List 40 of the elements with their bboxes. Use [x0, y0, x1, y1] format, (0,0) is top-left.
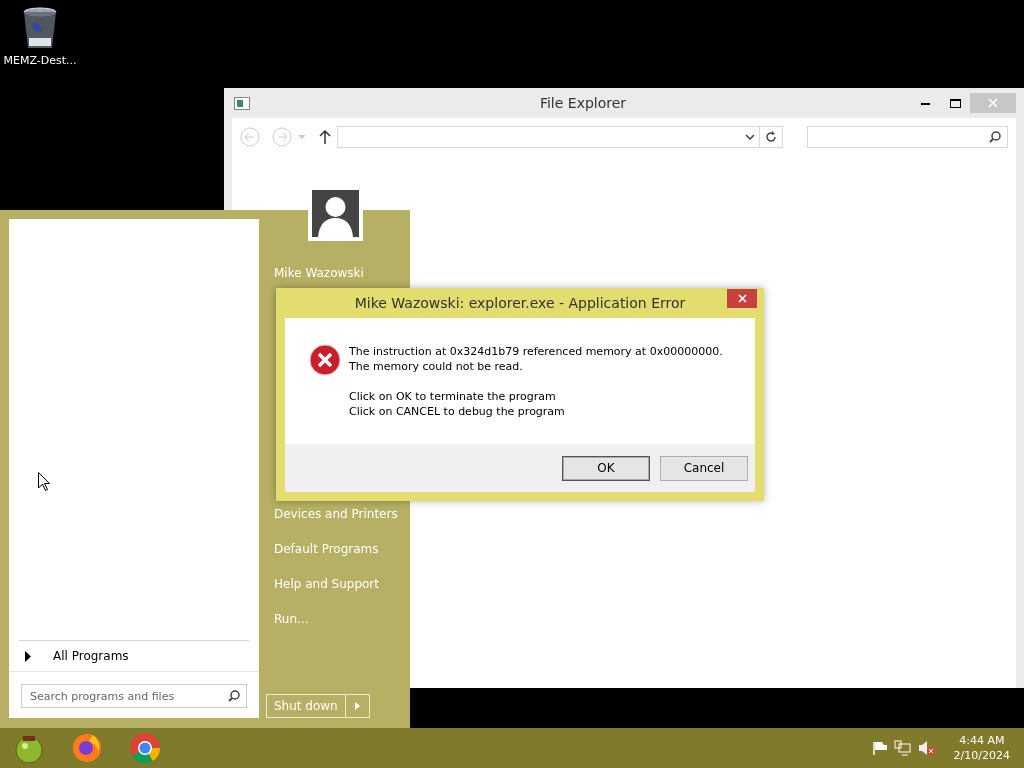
- user-name[interactable]: Mike Wazowski: [274, 256, 410, 291]
- flag-icon[interactable]: [871, 741, 888, 755]
- close-icon: [988, 98, 998, 108]
- chevron-down-icon[interactable]: [744, 134, 755, 140]
- dialog-button[interactable]: OK: [562, 455, 650, 481]
- firefox-icon[interactable]: [71, 732, 103, 764]
- search-icon: [989, 131, 1001, 143]
- dialog-button[interactable]: Cancel: [660, 455, 748, 481]
- desktop-icon-label[interactable]: MEMZ-Dest...: [3, 54, 77, 67]
- all-programs-item[interactable]: All Programs: [19, 640, 249, 671]
- network-icon[interactable]: [893, 740, 912, 756]
- search-field[interactable]: Search programs and files: [21, 684, 247, 708]
- taskbar-clock[interactable]: 4:44 AM 2/10/2024: [953, 733, 1010, 763]
- triangle-right-icon: [354, 702, 360, 710]
- refresh-icon: [764, 131, 777, 143]
- search-field[interactable]: [806, 126, 1008, 148]
- shutdown-button[interactable]: Shut down: [266, 694, 346, 718]
- close-icon: [737, 294, 747, 303]
- muted-speaker-icon[interactable]: [917, 740, 936, 756]
- mouse-cursor-icon: [38, 472, 50, 491]
- error-message: The instruction at 0x324d1b79 referenced memory at 0x00000000. The memory could not be read.: [349, 344, 724, 374]
- search-icon: [228, 690, 240, 702]
- window-icon: [234, 96, 250, 110]
- minimize-icon: [920, 101, 930, 105]
- up-arrow-icon[interactable]: [319, 130, 332, 144]
- dialog-title: Mike Wazowski: explorer.exe - Application Error: [354, 295, 686, 311]
- maximize-icon: [949, 98, 961, 108]
- triangle-right-icon: [25, 650, 31, 662]
- error-message: Click on OK to terminate the program: [349, 389, 557, 404]
- start-menu-item[interactable]: Help and Support: [274, 567, 410, 602]
- start-menu-item[interactable]: Default Programs: [274, 532, 410, 567]
- close-button[interactable]: [727, 289, 757, 308]
- error-message: Click on CANCEL to debug the program: [349, 404, 566, 419]
- recycle-bin-icon: [22, 6, 58, 50]
- start-menu-item[interactable]: Devices and Printers: [274, 497, 410, 532]
- start-menu-item[interactable]: Run...: [274, 602, 410, 637]
- error-icon: [309, 344, 341, 376]
- chrome-icon[interactable]: [129, 732, 161, 764]
- refresh-button[interactable]: [759, 126, 783, 148]
- window-title: File Explorer: [538, 95, 628, 111]
